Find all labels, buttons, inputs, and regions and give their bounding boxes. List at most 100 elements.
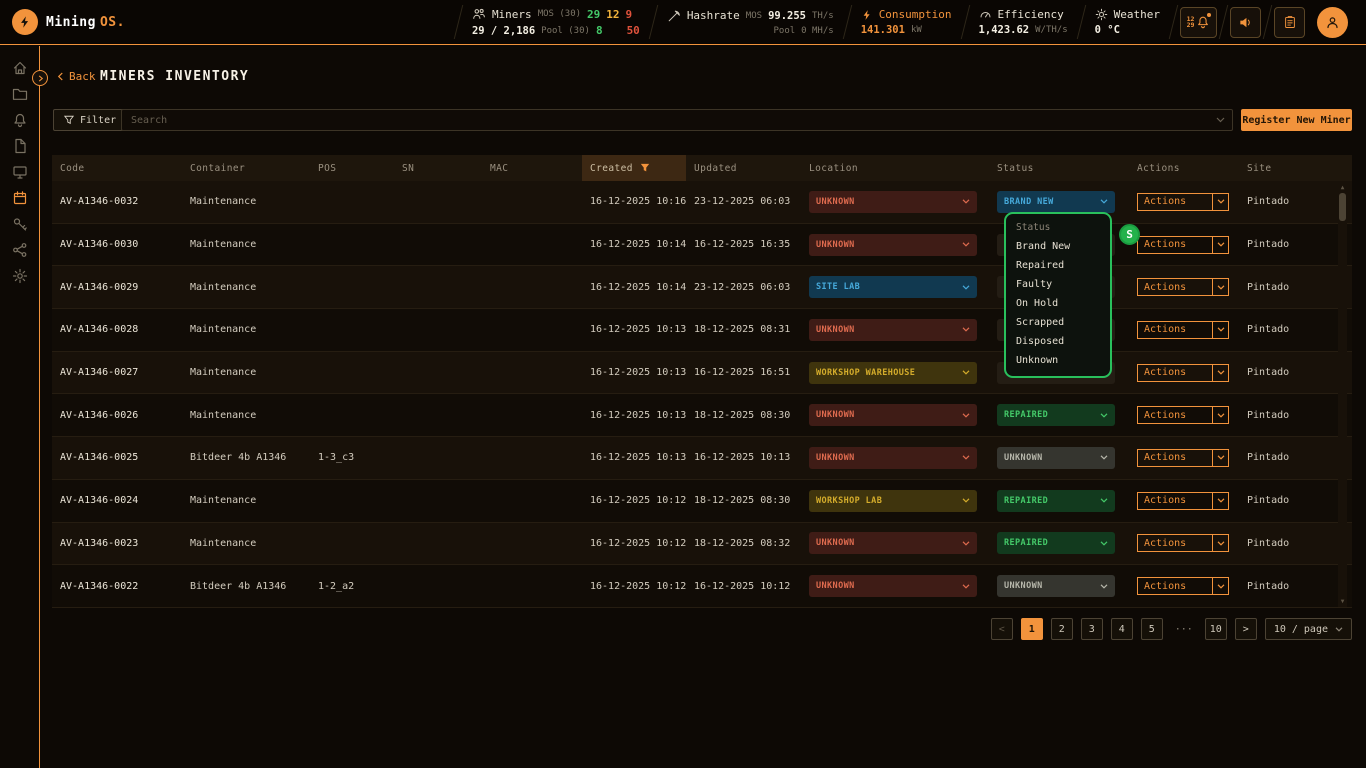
column-header-sn[interactable]: SN [394, 155, 482, 181]
column-header-actions[interactable]: Actions [1129, 155, 1239, 181]
status-option-disposed[interactable]: Disposed [1006, 332, 1110, 351]
column-header-status[interactable]: Status [989, 155, 1129, 181]
miners-total: 29 / 2,186 [472, 25, 535, 37]
actions-button[interactable]: Actions [1137, 364, 1229, 382]
location-select[interactable]: UNKNOWN [809, 234, 977, 256]
location-select[interactable]: UNKNOWN [809, 575, 977, 597]
cell-updated: 18-12-2025 08:31 [686, 324, 801, 335]
scrollbar-up-arrow[interactable]: ▲ [1338, 184, 1347, 192]
search-input[interactable] [121, 109, 1233, 131]
app-brand[interactable]: MiningOS. [0, 9, 125, 35]
sidebar-item-bell[interactable] [7, 111, 33, 128]
miners-mos-err: 9 [626, 8, 633, 21]
location-select[interactable]: UNKNOWN [809, 319, 977, 341]
sidebar-item-file[interactable] [7, 137, 33, 154]
column-header-mac[interactable]: MAC [482, 155, 582, 181]
scrollbar-down-arrow[interactable]: ▼ [1338, 598, 1347, 606]
status-dropdown-items: Brand NewRepairedFaultyOn HoldScrappedDi… [1006, 237, 1110, 370]
notifications-button[interactable]: 1229 [1180, 7, 1217, 38]
actions-button[interactable]: Actions [1137, 577, 1229, 595]
cell-container: Maintenance [182, 538, 310, 549]
pagination-page-10[interactable]: 10 [1205, 618, 1227, 640]
back-link[interactable]: Back [57, 70, 96, 83]
actions-button[interactable]: Actions [1137, 278, 1229, 296]
cell-code: AV-A1346-0029 [52, 282, 182, 293]
location-select[interactable]: SITE LAB [809, 276, 977, 298]
actions-button[interactable]: Actions [1137, 321, 1229, 339]
pagination-next-button[interactable]: > [1235, 618, 1257, 640]
cell-created: 16-12-2025 10:13 [582, 410, 686, 421]
location-select[interactable]: UNKNOWN [809, 447, 977, 469]
filter-button[interactable]: Filter [53, 109, 127, 131]
location-select[interactable]: UNKNOWN [809, 404, 977, 426]
column-header-site[interactable]: Site [1239, 155, 1352, 181]
status-option-brand-new[interactable]: Brand New [1006, 237, 1110, 256]
column-header-location[interactable]: Location [801, 155, 989, 181]
sidebar-collapse-button[interactable] [32, 70, 48, 86]
sidebar-item-network[interactable] [7, 241, 33, 258]
miners-mos-ok: 29 [587, 8, 600, 21]
account-button[interactable] [1317, 7, 1348, 38]
sidebar-item-folder[interactable] [7, 85, 33, 102]
status-select[interactable]: REPAIRED [997, 404, 1115, 426]
pagination-page-3[interactable]: 3 [1081, 618, 1103, 640]
column-header-pos[interactable]: POS [310, 155, 394, 181]
actions-button[interactable]: Actions [1137, 449, 1229, 467]
miners-pool-ok: 8 [596, 24, 603, 37]
cell-site: Pintado [1239, 410, 1352, 421]
notification-counts: 1229 [1187, 16, 1195, 29]
status-select[interactable]: UNKNOWN [997, 575, 1115, 597]
status-select[interactable]: REPAIRED [997, 490, 1115, 512]
sidebar-item-home[interactable] [7, 59, 33, 76]
status-select[interactable]: REPAIRED [997, 532, 1115, 554]
actions-button[interactable]: Actions [1137, 406, 1229, 424]
status-option-on-hold[interactable]: On Hold [1006, 294, 1110, 313]
status-option-unknown[interactable]: Unknown [1006, 351, 1110, 370]
actions-button[interactable]: Actions [1137, 193, 1229, 211]
cell-code: AV-A1346-0025 [52, 452, 182, 463]
sound-button[interactable] [1230, 7, 1261, 38]
reports-button[interactable] [1274, 7, 1305, 38]
sidebar-item-gear[interactable] [7, 267, 33, 284]
location-select[interactable]: WORKSHOP WAREHOUSE [809, 362, 977, 384]
cell-site: Pintado [1239, 495, 1352, 506]
user-icon [1325, 15, 1340, 30]
sidebar-item-monitor[interactable] [7, 163, 33, 180]
sidebar-item-calendar[interactable] [7, 189, 33, 206]
column-header-container[interactable]: Container [182, 155, 310, 181]
cell-created: 16-12-2025 10:16 [582, 196, 686, 207]
status-select[interactable]: UNKNOWN [997, 447, 1115, 469]
table-scrollbar[interactable]: ▲ ▼ [1338, 183, 1347, 607]
column-header-code[interactable]: Code [52, 155, 182, 181]
status-option-repaired[interactable]: Repaired [1006, 256, 1110, 275]
actions-button[interactable]: Actions [1137, 534, 1229, 552]
annotation-marker: S [1119, 224, 1140, 245]
actions-button[interactable]: Actions [1137, 236, 1229, 254]
status-select[interactable]: BRAND NEW [997, 191, 1115, 213]
location-select[interactable]: UNKNOWN [809, 532, 977, 554]
cell-container: Maintenance [182, 495, 310, 506]
pagination-page-1[interactable]: 1 [1021, 618, 1043, 640]
pagination-page-4[interactable]: 4 [1111, 618, 1133, 640]
divider [1263, 5, 1272, 39]
status-option-scrapped[interactable]: Scrapped [1006, 313, 1110, 332]
register-new-miner-button[interactable]: Register New Miner [1241, 109, 1352, 131]
cell-pos: 1-2_a2 [310, 581, 394, 592]
column-header-updated[interactable]: Updated [686, 155, 801, 181]
scrollbar-thumb[interactable] [1339, 193, 1346, 221]
pagination-page-2[interactable]: 2 [1051, 618, 1073, 640]
location-select[interactable]: WORKSHOP LAB [809, 490, 977, 512]
status-option-faulty[interactable]: Faulty [1006, 275, 1110, 294]
sidebar-item-key[interactable] [7, 215, 33, 232]
column-header-created[interactable]: Created [582, 155, 686, 181]
status-label: REPAIRED [1004, 496, 1048, 506]
page-size-select[interactable]: 10 / page [1265, 618, 1352, 640]
pagination-prev-button[interactable]: < [991, 618, 1013, 640]
location-select[interactable]: UNKNOWN [809, 191, 977, 213]
actions-button[interactable]: Actions [1137, 492, 1229, 510]
chevron-down-icon [1212, 237, 1228, 253]
column-label: Updated [694, 163, 737, 174]
pagination-page-5[interactable]: 5 [1141, 618, 1163, 640]
stat-miners: Miners MOS (30) 29 12 9 29 / 2,186 Pool … [459, 7, 653, 37]
search-chevron-icon[interactable] [1216, 117, 1225, 123]
